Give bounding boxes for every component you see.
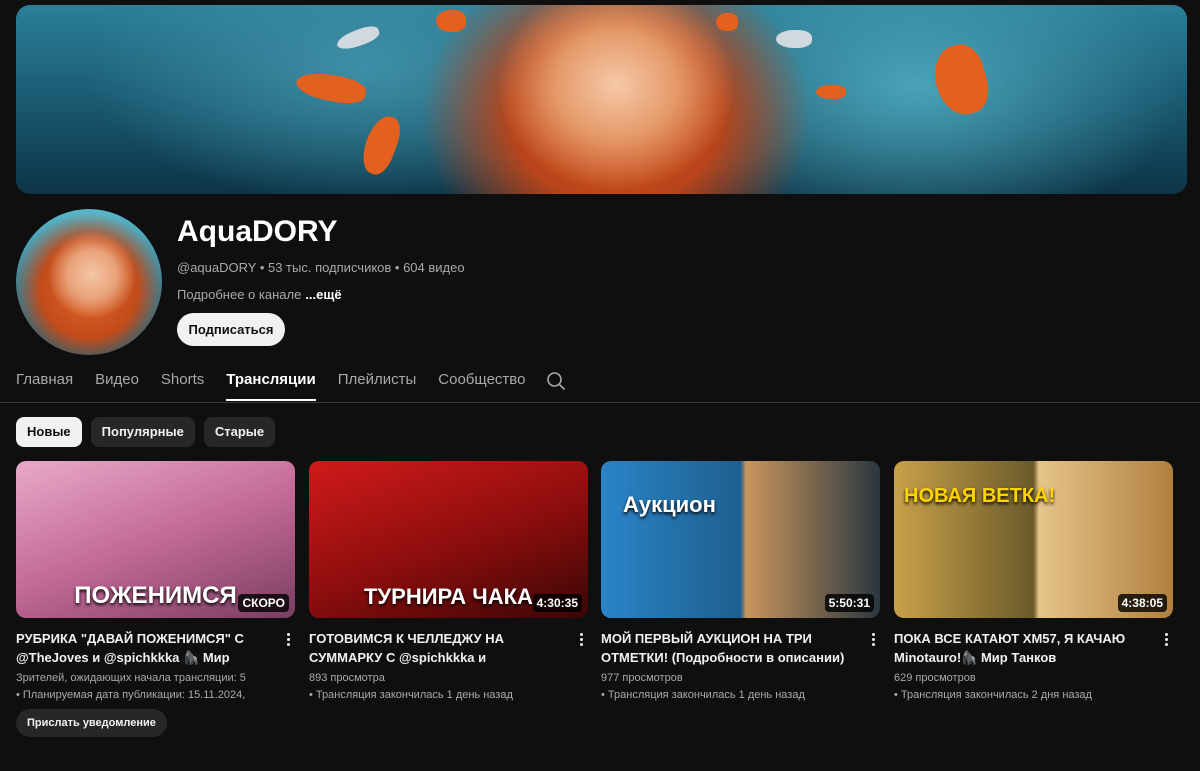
fish-decoration (816, 85, 846, 99)
fish-decoration (294, 69, 368, 107)
more-options-icon[interactable] (868, 631, 878, 649)
fish-decoration (776, 30, 812, 48)
thumbnail-text: НОВАЯ ВЕТКА! (904, 485, 1056, 507)
fish-decoration (356, 111, 406, 179)
fish-decoration (436, 10, 466, 32)
duration-badge: 4:38:05 (1117, 594, 1167, 612)
video-card: НОВАЯ ВЕТКА! 4:38:05 ПОКА ВСЕ КАТАЮТ XM5… (894, 461, 1173, 701)
channel-meta: @aquaDORY • 53 тыс. подписчиков • 604 ви… (177, 260, 465, 275)
more-options-icon[interactable] (283, 631, 293, 649)
video-title[interactable]: ПОКА ВСЕ КАТАЮТ XM57, Я КАЧАЮ Minotauro!… (894, 629, 1149, 667)
fish-decoration (927, 39, 995, 121)
video-card: ПОЖЕНИМСЯ СКОРО РУБРИКА "ДАВАЙ ПОЖЕНИМСЯ… (16, 461, 295, 737)
channel-about[interactable]: Подробнее о канале ...ещё (177, 287, 342, 302)
tab-shorts[interactable]: Shorts (161, 366, 204, 402)
search-icon[interactable] (546, 371, 566, 391)
stream-ended: • Трансляция закончилась 1 день назад (309, 689, 513, 701)
chip-oldest[interactable]: Старые (203, 417, 276, 447)
fish-decoration (334, 22, 382, 54)
subscribe-button[interactable]: Подписаться (177, 313, 285, 346)
video-thumbnail[interactable]: ТУРНИРА ЧАКА 4:30:35 (309, 461, 588, 618)
video-card: ТУРНИРА ЧАКА 4:30:35 ГОТОВИМСЯ К ЧЕЛЛЕДЖ… (309, 461, 588, 701)
more-options-icon[interactable] (576, 631, 586, 649)
thumbnail-text: Аукцион (623, 492, 716, 517)
more-link[interactable]: ...ещё (305, 287, 341, 302)
channel-avatar[interactable] (16, 209, 162, 355)
channel-banner (16, 5, 1187, 194)
video-thumbnail[interactable]: ПОЖЕНИМСЯ СКОРО (16, 461, 295, 618)
sort-chips: Новые Популярные Старые (16, 417, 276, 447)
tab-live[interactable]: Трансляции (226, 366, 317, 402)
tab-community[interactable]: Сообщество (438, 366, 525, 402)
chip-popular[interactable]: Популярные (90, 417, 195, 447)
stream-ended: • Трансляция закончилась 1 день назад (601, 689, 805, 701)
video-title[interactable]: МОЙ ПЕРВЫЙ АУКЦИОН НА ТРИ ОТМЕТКИ! (Подр… (601, 629, 856, 667)
video-stat: Зрителей, ожидающих начала трансляции: 5 (16, 672, 246, 684)
video-title[interactable]: РУБРИКА "ДАВАЙ ПОЖЕНИМСЯ" С @TheJoves и … (16, 629, 271, 667)
view-count: 629 просмотров (894, 672, 976, 684)
video-stat-secondary: • Планируемая дата публикации: 15.11.202… (16, 689, 246, 701)
tab-home[interactable]: Главная (16, 366, 73, 402)
video-title[interactable]: ГОТОВИМСЯ К ЧЕЛЛЕДЖУ НА СУММАРКУ С @spic… (309, 629, 564, 667)
channel-tabs: Главная Видео Shorts Трансляции Плейлист… (16, 366, 547, 402)
fish-decoration (716, 13, 738, 31)
status-badge: СКОРО (238, 594, 289, 612)
stream-ended: • Трансляция закончилась 2 дня назад (894, 689, 1092, 701)
more-options-icon[interactable] (1161, 631, 1171, 649)
channel-name: AquaDORY (177, 215, 338, 248)
video-thumbnail[interactable]: Аукцион 5:50:31 (601, 461, 880, 618)
tabs-divider (0, 402, 1200, 403)
chip-newest[interactable]: Новые (16, 417, 82, 447)
notify-button[interactable]: Прислать уведомление (16, 709, 167, 737)
view-count: 893 просмотра (309, 672, 385, 684)
tab-videos[interactable]: Видео (95, 366, 139, 402)
duration-badge: 5:50:31 (824, 594, 874, 612)
tab-playlists[interactable]: Плейлисты (338, 366, 417, 402)
view-count: 977 просмотров (601, 672, 683, 684)
video-card: Аукцион 5:50:31 МОЙ ПЕРВЫЙ АУКЦИОН НА ТР… (601, 461, 880, 701)
channel-about-label[interactable]: Подробнее о канале (177, 287, 301, 302)
duration-badge: 4:30:35 (532, 594, 582, 612)
video-thumbnail[interactable]: НОВАЯ ВЕТКА! 4:38:05 (894, 461, 1173, 618)
